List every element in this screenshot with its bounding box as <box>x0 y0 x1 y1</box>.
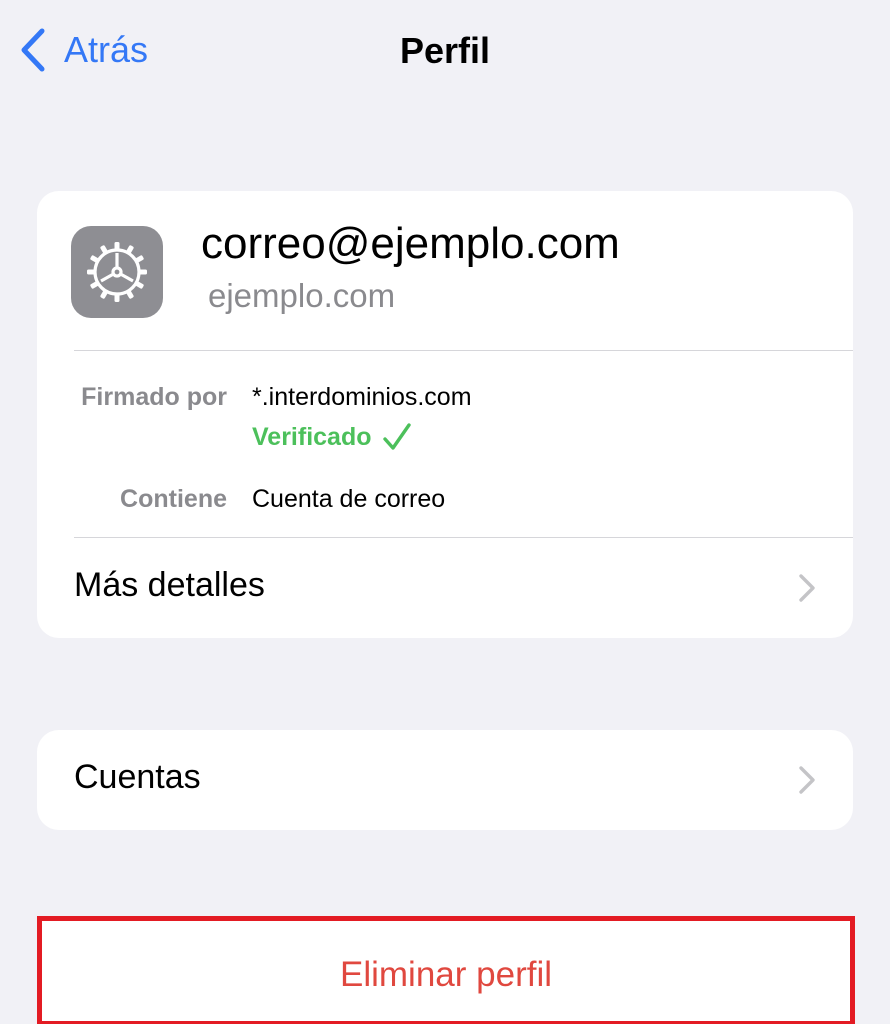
chevron-right-icon <box>799 766 815 794</box>
verified-status: Verificado <box>252 422 412 452</box>
contains-value: Cuenta de correo <box>252 485 446 513</box>
profile-card: correo@ejemplo.com ejemplo.com Firmado p… <box>37 191 853 638</box>
accounts-card: Cuentas <box>37 730 853 830</box>
checkmark-icon <box>382 423 411 450</box>
signed-by-label: Firmado por <box>81 383 227 411</box>
profile-domain: ejemplo.com <box>208 277 396 314</box>
accounts-row[interactable]: Cuentas <box>37 730 853 830</box>
chevron-right-icon <box>799 574 815 602</box>
divider <box>74 350 853 351</box>
delete-profile-button[interactable]: Eliminar perfil <box>37 916 855 1024</box>
contains-label: Contiene <box>120 485 227 513</box>
navigation-bar: Atrás Perfil <box>0 0 890 100</box>
more-details-row[interactable]: Más detalles <box>37 538 853 638</box>
delete-profile-label: Eliminar perfil <box>340 955 552 994</box>
signed-by-value: *.interdominios.com <box>252 383 472 411</box>
settings-app-icon <box>71 226 163 318</box>
verified-label: Verificado <box>252 422 372 451</box>
settings-gear-icon <box>87 242 147 302</box>
page-title: Perfil <box>399 30 491 71</box>
profile-email: correo@ejemplo.com <box>201 219 620 268</box>
more-details-label: Más detalles <box>74 566 265 604</box>
accounts-label: Cuentas <box>74 758 201 796</box>
